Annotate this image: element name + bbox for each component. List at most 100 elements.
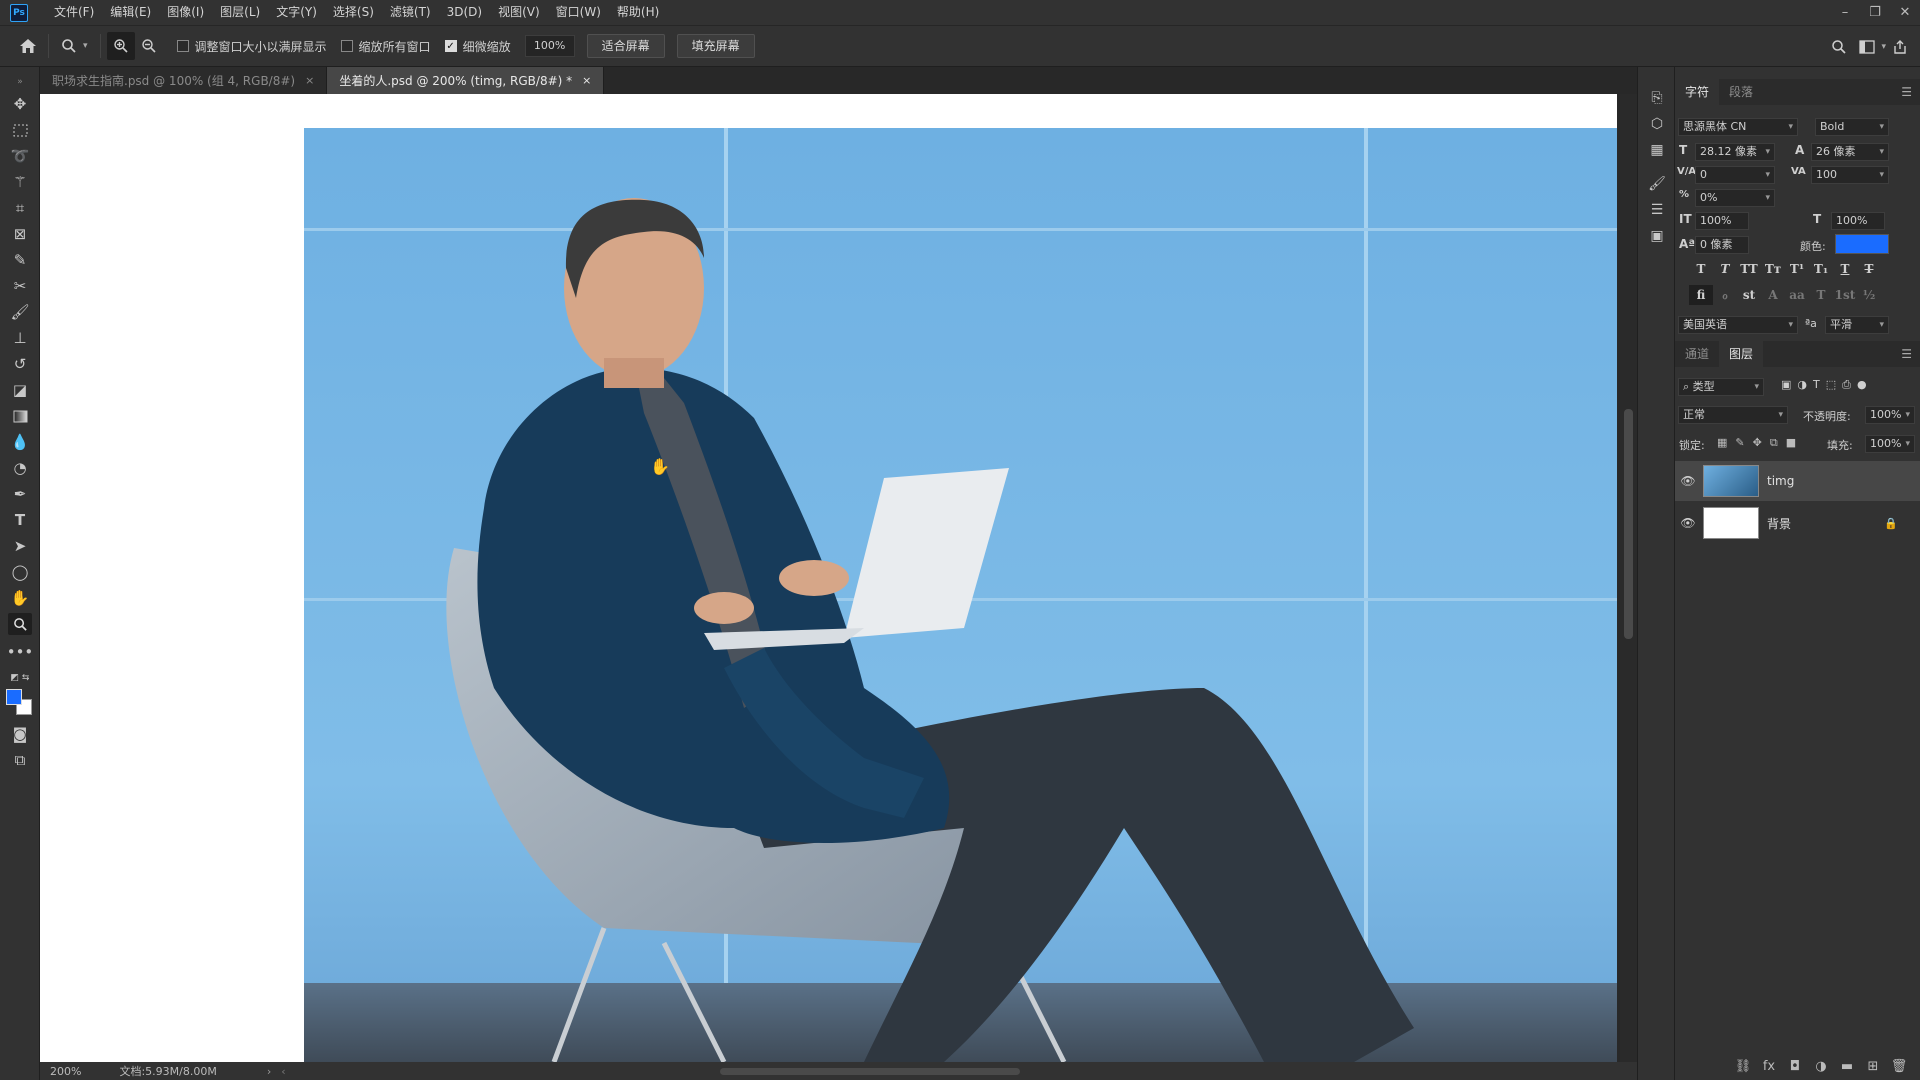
gradient-tool-icon[interactable]	[8, 405, 32, 427]
more-tools-icon[interactable]: •••	[7, 641, 34, 663]
subscript-button[interactable]: T₁	[1809, 259, 1833, 279]
font-size-field[interactable]: 28.12 像素 ▾	[1695, 143, 1775, 161]
lasso-tool-icon[interactable]: ➰	[8, 145, 32, 167]
history-panel-icon[interactable]: ⎘	[1646, 87, 1668, 109]
lock-artboard-icon[interactable]: ⧉	[1770, 436, 1778, 450]
menu-3d[interactable]: 3D(D)	[439, 0, 490, 25]
fractions-button[interactable]: ½	[1857, 285, 1881, 305]
lock-all-icon[interactable]: ■	[1786, 436, 1796, 450]
old-style-button[interactable]: ℴ	[1713, 285, 1737, 305]
menu-window[interactable]: 窗口(W)	[548, 0, 609, 25]
zoom-tool-preset-icon[interactable]	[55, 32, 83, 60]
leading-field[interactable]: 26 像素 ▾	[1811, 143, 1889, 161]
baseline-shift-field[interactable]: 0 像素	[1695, 236, 1749, 254]
fit-screen-button[interactable]: 适合屏幕	[586, 34, 665, 58]
foreground-color-swatch[interactable]	[6, 689, 22, 705]
new-group-icon[interactable]: ▬	[1834, 1059, 1860, 1074]
blur-tool-icon[interactable]: 💧	[8, 431, 32, 453]
faux-italic-button[interactable]: T	[1713, 259, 1737, 279]
restore-icon[interactable]: ❐	[1860, 0, 1890, 25]
delete-layer-icon[interactable]: 🗑	[1886, 1059, 1912, 1074]
opacity-field[interactable]: 100% ▾	[1865, 406, 1915, 424]
tab-channels[interactable]: 通道	[1675, 341, 1719, 367]
filter-adjustment-icon[interactable]: ◑	[1797, 378, 1807, 392]
scrubby-zoom-checkbox[interactable]: ✓ 细微缩放	[444, 38, 511, 55]
collapse-toolbar-icon[interactable]: »	[8, 71, 32, 93]
menu-type[interactable]: 文字(Y)	[268, 0, 325, 25]
default-colors-icon[interactable]: ◩ ⇆	[8, 667, 32, 689]
pen-tool-icon[interactable]: ✒	[8, 483, 32, 505]
filter-smartobject-icon[interactable]: ⎙	[1842, 378, 1851, 392]
menu-select[interactable]: 选择(S)	[325, 0, 382, 25]
titling-alternates-button[interactable]: T	[1809, 285, 1833, 305]
clone-stamp-tool-icon[interactable]: ⊥	[8, 327, 32, 349]
path-selection-tool-icon[interactable]: ➤	[8, 535, 32, 557]
filter-type-icon[interactable]: T	[1813, 378, 1820, 392]
type-tool-icon[interactable]: T	[8, 509, 32, 531]
panel-menu-icon[interactable]: ☰	[1901, 347, 1912, 361]
eyedropper-tool-icon[interactable]: ✎	[8, 249, 32, 271]
scroll-left-icon[interactable]: ‹	[281, 1065, 285, 1078]
layer-name[interactable]: 背景	[1767, 515, 1791, 532]
ellipse-tool-icon[interactable]: ◯	[8, 561, 32, 583]
swatches-panel-icon[interactable]: ▦	[1646, 139, 1668, 161]
ordinals-button[interactable]: 1st	[1833, 285, 1857, 305]
checkbox-box[interactable]	[340, 40, 353, 52]
font-family-select[interactable]: 思源黑体 CN ▾	[1678, 118, 1798, 136]
close-tab-icon[interactable]: ×	[582, 74, 591, 87]
document-tab[interactable]: 职场求生指南.psd @ 100% (组 4, RGB/8#) ×	[40, 67, 328, 94]
adjustment-layer-icon[interactable]: ◑	[1808, 1059, 1834, 1074]
document-canvas[interactable]: ✋	[40, 94, 1617, 1062]
vertical-scrollbar[interactable]	[1620, 94, 1637, 1062]
text-color-swatch[interactable]	[1835, 234, 1889, 254]
filter-shape-icon[interactable]: ⬚	[1826, 378, 1836, 392]
tab-character[interactable]: 字符	[1675, 79, 1720, 105]
status-arrow-icon[interactable]: ›	[267, 1065, 271, 1078]
menu-edit[interactable]: 编辑(E)	[102, 0, 159, 25]
ligatures-button[interactable]: fi	[1689, 285, 1713, 305]
panel-menu-icon[interactable]: ☰	[1901, 85, 1912, 99]
checkbox-checked[interactable]: ✓	[444, 40, 457, 52]
close-icon[interactable]: ✕	[1890, 0, 1920, 25]
horizontal-scale-field[interactable]: 100%	[1831, 212, 1885, 230]
tab-layers[interactable]: 图层	[1719, 341, 1764, 367]
fill-screen-button[interactable]: 填充屏幕	[676, 34, 755, 58]
screen-mode-icon[interactable]: ⧉	[8, 749, 32, 771]
kerning-field[interactable]: 0 ▾	[1695, 166, 1775, 184]
quick-mask-icon[interactable]: ◙	[8, 723, 32, 745]
move-tool-icon[interactable]: ✥	[8, 93, 32, 115]
underline-button[interactable]: T	[1833, 259, 1857, 279]
horizontal-scroll-thumb[interactable]	[720, 1068, 1020, 1075]
3d-panel-icon[interactable]: ⬡	[1646, 113, 1668, 135]
filter-toggle-icon[interactable]: ●	[1857, 378, 1867, 392]
swash-button[interactable]: A	[1761, 285, 1785, 305]
document-tab-active[interactable]: 坐着的人.psd @ 200% (timg, RGB/8#) * ×	[327, 67, 605, 94]
zoom-all-windows-checkbox[interactable]: 缩放所有窗口	[340, 38, 431, 55]
photo-layer-image[interactable]: ✋	[304, 128, 1617, 1062]
zoom-percent-input[interactable]: 100%	[524, 35, 575, 57]
close-tab-icon[interactable]: ×	[305, 74, 314, 87]
vertical-scroll-thumb[interactable]	[1624, 409, 1633, 639]
fill-field[interactable]: 100% ▾	[1865, 435, 1915, 453]
faux-bold-button[interactable]: T	[1689, 259, 1713, 279]
layer-filter-select[interactable]: ⌕ 类型 ▾	[1678, 378, 1764, 396]
brush-settings-icon[interactable]: 🖌	[1646, 173, 1668, 195]
filter-pixel-icon[interactable]: ▣	[1781, 378, 1791, 392]
new-layer-icon[interactable]: ⊞	[1860, 1059, 1886, 1074]
lock-position-icon[interactable]: ✥	[1753, 436, 1762, 450]
share-icon[interactable]	[1886, 33, 1914, 61]
stylistic-alternates-button[interactable]: aa	[1785, 285, 1809, 305]
resize-windows-checkbox[interactable]: 调整窗口大小以满屏显示	[176, 38, 327, 55]
crop-tool-icon[interactable]: ⌗	[8, 197, 32, 219]
link-layers-icon[interactable]: ⛓	[1730, 1059, 1756, 1074]
strikethrough-button[interactable]: T	[1857, 259, 1881, 279]
visibility-eye-icon[interactable]: 👁	[1675, 516, 1701, 530]
all-caps-button[interactable]: TT	[1737, 259, 1761, 279]
chevron-down-icon[interactable]: ▾	[83, 41, 88, 51]
minimize-icon[interactable]: –	[1830, 0, 1860, 25]
zoom-in-icon[interactable]	[106, 32, 135, 60]
zoom-out-icon[interactable]	[135, 32, 163, 60]
layer-name[interactable]: timg	[1767, 474, 1794, 488]
history-brush-tool-icon[interactable]: ↺	[8, 353, 32, 375]
menu-image[interactable]: 图像(I)	[159, 0, 212, 25]
